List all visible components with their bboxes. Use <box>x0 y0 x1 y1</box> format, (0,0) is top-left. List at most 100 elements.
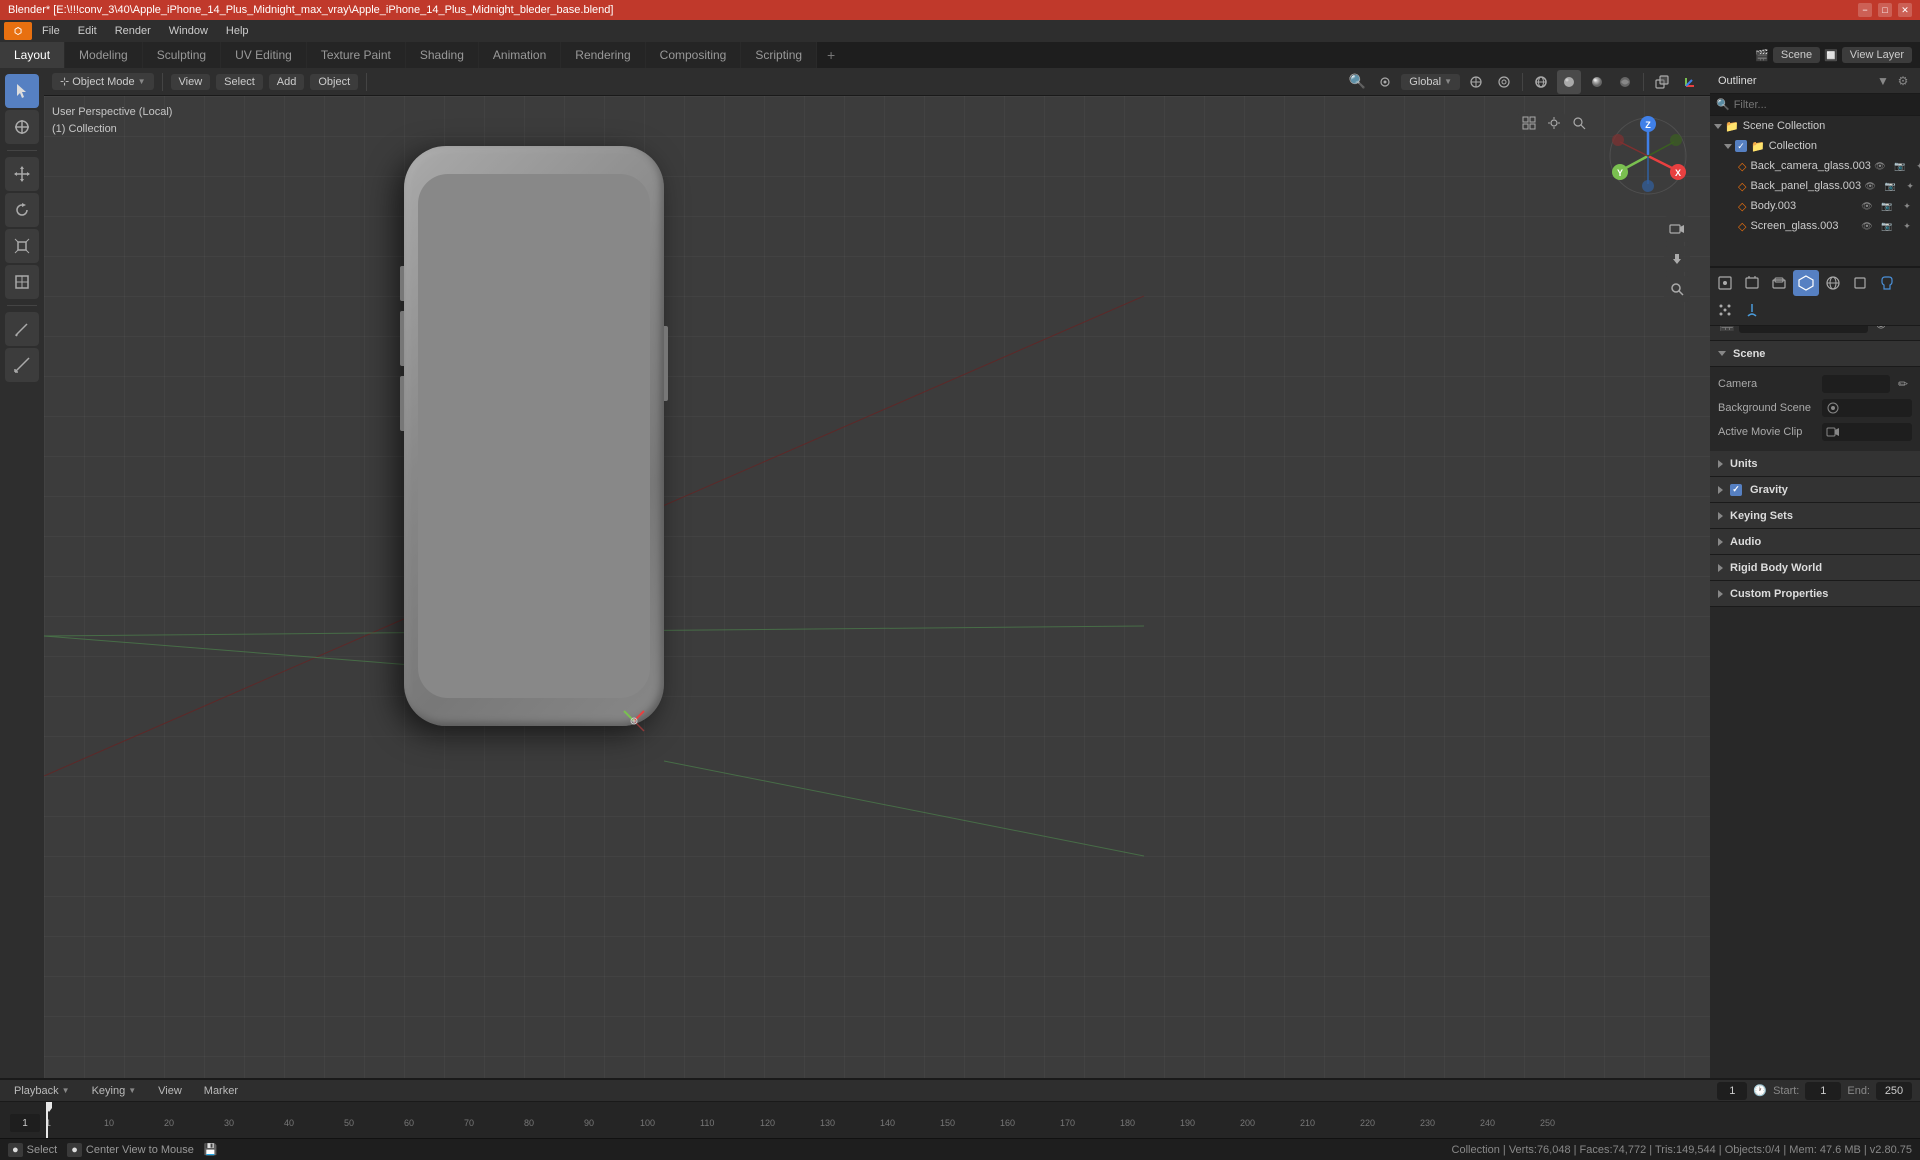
marker-menu-button[interactable]: Marker <box>198 1083 244 1099</box>
viewport-search-2[interactable] <box>1664 276 1690 302</box>
snap-button[interactable] <box>1464 70 1488 94</box>
keying-sets-header[interactable]: Keying Sets <box>1710 503 1920 529</box>
viewport-light-icon[interactable] <box>1543 112 1565 134</box>
particles-properties-tab[interactable] <box>1712 297 1738 323</box>
tab-texture-paint[interactable]: Texture Paint <box>307 42 406 68</box>
viewport-search-button[interactable]: 🔍 <box>1345 70 1369 94</box>
annotate-tool-button[interactable] <box>5 312 39 346</box>
select-menu-button[interactable]: Select <box>216 74 263 90</box>
overlay-toggle[interactable] <box>1650 70 1674 94</box>
world-properties-tab[interactable] <box>1820 270 1846 296</box>
timeline-frames[interactable]: 1 10 20 30 40 50 60 70 80 90 100 110 120… <box>44 1102 1710 1140</box>
obj-camera-icon-2[interactable]: 📷 <box>1881 177 1899 195</box>
end-frame-input[interactable]: 250 <box>1876 1082 1912 1100</box>
move-tool-button[interactable] <box>5 157 39 191</box>
outliner-search[interactable]: 🔍 <box>1710 94 1920 116</box>
menu-edit[interactable]: Edit <box>70 23 105 39</box>
view-menu-button[interactable]: View <box>152 1083 188 1099</box>
camera-value[interactable] <box>1822 375 1890 393</box>
tab-compositing[interactable]: Compositing <box>646 42 742 68</box>
obj-view-icon-2[interactable]: 👁 <box>1861 177 1879 195</box>
wireframe-shading-button[interactable] <box>1529 70 1553 94</box>
modifier-properties-tab[interactable] <box>1874 270 1900 296</box>
menu-help[interactable]: Help <box>218 23 257 39</box>
scene-selector[interactable]: Scene <box>1773 47 1820 63</box>
gravity-section-header[interactable]: ✓ Gravity <box>1710 477 1920 503</box>
outliner-item-collection[interactable]: ✓ 📁 Collection <box>1710 136 1920 156</box>
view-layer-tab[interactable] <box>1766 270 1792 296</box>
outliner-search-input[interactable] <box>1734 99 1914 111</box>
bg-scene-value[interactable] <box>1822 399 1912 417</box>
close-button[interactable]: ✕ <box>1898 3 1912 17</box>
tab-sculpting[interactable]: Sculpting <box>143 42 221 68</box>
tab-scripting[interactable]: Scripting <box>741 42 817 68</box>
tab-rendering[interactable]: Rendering <box>561 42 645 68</box>
minimize-button[interactable]: − <box>1858 3 1872 17</box>
obj-camera-icon[interactable]: 📷 <box>1891 157 1909 175</box>
transform-orientation-selector[interactable]: Global ▼ <box>1401 74 1460 90</box>
gravity-checkbox[interactable]: ✓ <box>1730 484 1742 496</box>
scene-section-header[interactable]: Scene <box>1710 341 1920 367</box>
viewport-3d[interactable]: User Perspective (Local) (1) Collection <box>44 96 1710 1078</box>
timeline-track[interactable]: 1 10 20 30 40 50 60 70 80 90 100 110 120… <box>0 1102 1920 1140</box>
add-workspace-button[interactable]: + <box>817 42 845 68</box>
obj-render-icon[interactable]: ✦ <box>1911 157 1920 175</box>
outliner-item-screen-glass[interactable]: ◇ Screen_glass.003 👁 📷 ✦ <box>1710 216 1920 236</box>
outliner-item-back-camera-glass[interactable]: ◇ Back_camera_glass.003 👁 📷 ✦ <box>1710 156 1920 176</box>
nav-gizmo[interactable]: Z X Y <box>1604 112 1692 200</box>
menu-file[interactable]: File <box>34 23 68 39</box>
material-preview-button[interactable] <box>1585 70 1609 94</box>
viewport-grab-button[interactable] <box>1664 246 1690 272</box>
start-frame-input[interactable]: 1 <box>1805 1082 1841 1100</box>
add-menu-button[interactable]: Add <box>269 74 305 90</box>
proportional-edit-button[interactable] <box>1492 70 1516 94</box>
maximize-button[interactable]: □ <box>1878 3 1892 17</box>
scale-tool-button[interactable] <box>5 229 39 263</box>
viewport-grid-icon[interactable] <box>1518 112 1540 134</box>
viewport-search-icon[interactable] <box>1568 112 1590 134</box>
object-menu-button[interactable]: Object <box>310 74 358 90</box>
rigid-body-world-header[interactable]: Rigid Body World <box>1710 555 1920 581</box>
mode-selector[interactable]: ⊹ Object Mode ▼ <box>52 73 154 90</box>
obj-view-icon[interactable]: 👁 <box>1871 157 1889 175</box>
view-menu-button[interactable]: View <box>171 74 211 90</box>
outliner-settings-icon[interactable]: ⚙ <box>1894 72 1912 90</box>
tab-uv-editing[interactable]: UV Editing <box>221 42 307 68</box>
menu-render[interactable]: Render <box>107 23 159 39</box>
current-frame-input[interactable]: 1 <box>1717 1082 1747 1100</box>
outliner-filter-icon[interactable]: ▼ <box>1874 72 1892 90</box>
obj-render-icon-4[interactable]: ✦ <box>1898 217 1916 235</box>
scene-properties-tab[interactable] <box>1793 270 1819 296</box>
menu-window[interactable]: Window <box>161 23 216 39</box>
rendered-shading-button[interactable] <box>1613 70 1637 94</box>
obj-camera-icon-4[interactable]: 📷 <box>1878 217 1896 235</box>
measure-tool-button[interactable] <box>5 348 39 382</box>
obj-view-icon-4[interactable]: 👁 <box>1858 217 1876 235</box>
rotate-tool-button[interactable] <box>5 193 39 227</box>
tab-modeling[interactable]: Modeling <box>65 42 143 68</box>
viewport-camera-button[interactable] <box>1664 216 1690 242</box>
tab-shading[interactable]: Shading <box>406 42 479 68</box>
render-properties-tab[interactable] <box>1712 270 1738 296</box>
outliner-item-scene-collection[interactable]: 📁 Scene Collection <box>1710 116 1920 136</box>
units-section-header[interactable]: Units <box>1710 451 1920 477</box>
viewport-pivot-button[interactable] <box>1373 70 1397 94</box>
select-tool-button[interactable] <box>5 74 39 108</box>
obj-render-icon-2[interactable]: ✦ <box>1901 177 1919 195</box>
obj-render-icon-3[interactable]: ✦ <box>1898 197 1916 215</box>
output-properties-tab[interactable] <box>1739 270 1765 296</box>
collection-checkbox[interactable]: ✓ <box>1735 140 1747 152</box>
camera-edit-icon[interactable]: ✏ <box>1894 375 1912 393</box>
playback-menu-button[interactable]: Playback ▼ <box>8 1083 76 1099</box>
obj-camera-icon-3[interactable]: 📷 <box>1878 197 1896 215</box>
gizmo-toggle[interactable] <box>1678 70 1702 94</box>
solid-shading-button[interactable] <box>1557 70 1581 94</box>
outliner-item-back-panel-glass[interactable]: ◇ Back_panel_glass.003 👁 📷 ✦ <box>1710 176 1920 196</box>
view-layer-selector[interactable]: View Layer <box>1842 47 1912 63</box>
keying-menu-button[interactable]: Keying ▼ <box>86 1083 143 1099</box>
cursor-tool-button[interactable] <box>5 110 39 144</box>
outliner-item-body[interactable]: ◇ Body.003 👁 📷 ✦ <box>1710 196 1920 216</box>
tab-animation[interactable]: Animation <box>479 42 561 68</box>
tab-layout[interactable]: Layout <box>0 42 65 68</box>
custom-properties-header[interactable]: Custom Properties <box>1710 581 1920 607</box>
